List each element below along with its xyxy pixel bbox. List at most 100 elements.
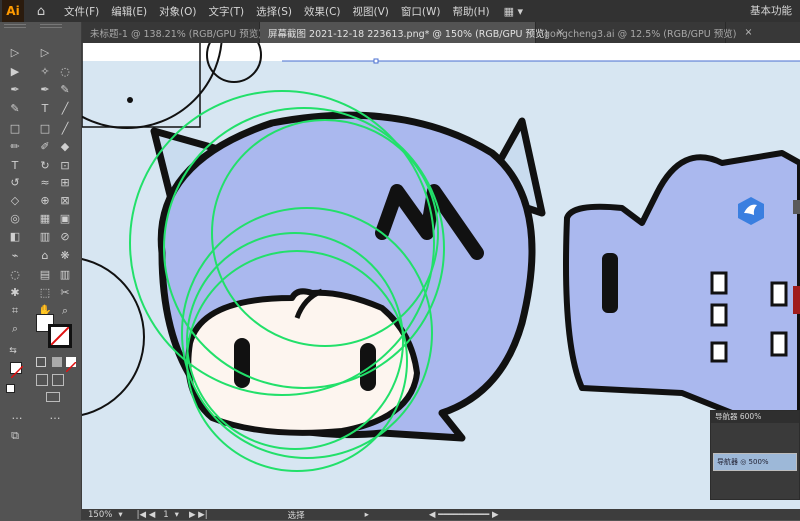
navigator-panel: 导航器 600% 导航器 ◎ 500% bbox=[710, 410, 800, 500]
zoom-icon[interactable]: ⌕ bbox=[6, 320, 24, 338]
color-mode-button[interactable] bbox=[36, 357, 46, 367]
none-mode-button[interactable] bbox=[65, 357, 77, 373]
menu-file[interactable]: 文件(F) bbox=[64, 4, 99, 19]
menu-select[interactable]: 选择(S) bbox=[256, 4, 292, 19]
free-transform-icon[interactable]: ⊞ bbox=[56, 174, 74, 192]
blend-tool-icon[interactable]: ◌ bbox=[6, 266, 24, 284]
status-bar: 150% ▾ |◀ ◀ 1 ▾ ▶ ▶| 选择 ▸ ◀ ━━━━━━━━━━ ▶ bbox=[82, 509, 800, 521]
tab-gongcheng3[interactable]: gongcheng3.ai @ 12.5% (RGB/GPU 预览) × bbox=[536, 22, 752, 43]
bar-chart-icon[interactable]: ▥ bbox=[56, 266, 74, 284]
lasso-icon[interactable]: ◌ bbox=[56, 63, 74, 81]
panel-grip[interactable] bbox=[40, 24, 62, 28]
crop-icon[interactable]: ⌗ bbox=[6, 302, 24, 320]
pen-tool-icon[interactable]: ✒ bbox=[6, 81, 24, 99]
artboard-number[interactable]: 1 bbox=[163, 510, 168, 520]
menu-view[interactable]: 视图(V) bbox=[353, 4, 389, 19]
panel-icon[interactable]: ⧉ bbox=[6, 427, 24, 445]
curvature-icon[interactable]: ✎ bbox=[56, 81, 74, 99]
menu-object[interactable]: 对象(O) bbox=[159, 4, 196, 19]
fill-square-icon[interactable]: ◧ bbox=[6, 228, 24, 246]
shape-builder-icon[interactable]: ⊕ bbox=[36, 192, 54, 210]
default-colors-icon[interactable] bbox=[6, 384, 15, 393]
zoom-dropdown-icon[interactable]: ▾ bbox=[118, 510, 122, 520]
artboard-canvas[interactable] bbox=[82, 43, 800, 509]
status-menu-icon[interactable]: ▸ bbox=[365, 510, 369, 520]
eraser-icon[interactable]: ◆ bbox=[56, 138, 74, 156]
mesh-icon[interactable]: ▣ bbox=[56, 210, 74, 228]
zoom-tool-icon[interactable]: ⌕ bbox=[56, 302, 74, 320]
no-fill-icon bbox=[51, 327, 69, 345]
shaper-icon[interactable]: ✐ bbox=[36, 138, 54, 156]
menu-edit[interactable]: 编辑(E) bbox=[111, 4, 147, 19]
gradient-icon[interactable]: ▥ bbox=[36, 228, 54, 246]
eyedropper-tool-icon[interactable]: ⌁ bbox=[6, 247, 24, 265]
plugin-bird-icon[interactable] bbox=[735, 195, 767, 227]
warp-icon[interactable]: ◎ bbox=[6, 210, 24, 228]
home-icon[interactable]: ⌂ bbox=[30, 4, 52, 19]
magic-wand-icon[interactable]: ✧ bbox=[36, 63, 54, 81]
blend-icon[interactable]: ⌂ bbox=[36, 247, 54, 265]
selection-tool-icon[interactable]: ▷ bbox=[6, 44, 24, 62]
scale-icon[interactable]: ⊡ bbox=[56, 157, 74, 175]
tab-untitled-1[interactable]: 未标题-1 @ 138.21% (RGB/GPU 预览) × bbox=[82, 22, 278, 43]
rect-icon[interactable]: □ bbox=[36, 120, 54, 138]
no-fill-icon bbox=[10, 365, 24, 379]
panel-grip[interactable] bbox=[4, 24, 26, 28]
rotate-tool-icon[interactable]: ↺ bbox=[6, 174, 24, 192]
screen-mode-icon[interactable] bbox=[46, 392, 60, 402]
live-paint-icon[interactable]: ⊠ bbox=[56, 192, 74, 210]
selection-handle bbox=[373, 58, 379, 64]
stroke-swatch[interactable] bbox=[48, 324, 72, 348]
menu-help[interactable]: 帮助(H) bbox=[453, 4, 490, 19]
workspace-switcher[interactable]: 基本功能 bbox=[750, 3, 792, 18]
cat-character bbox=[150, 111, 546, 442]
edit-toolbar-icon[interactable]: … bbox=[46, 407, 64, 425]
eyedropper-icon[interactable]: ⊘ bbox=[56, 228, 74, 246]
tab-label: gongcheng3.ai @ 12.5% (RGB/GPU 预览) bbox=[544, 28, 737, 40]
symbol-sprayer-icon[interactable]: ❋ bbox=[56, 247, 74, 265]
tools-panel: ▷ ▷ ▶ ✧ ◌ ✒ ✒ ✎ ✎ T ╱ □ □ ╱ ✏ ✐ ◆ T ↻ ⊡ … bbox=[0, 22, 82, 520]
menu-effect[interactable]: 效果(C) bbox=[304, 4, 341, 19]
navigator-thumbnail[interactable]: 导航器 ◎ 500% bbox=[713, 453, 797, 471]
width-icon[interactable]: ≈ bbox=[36, 174, 54, 192]
menu-window[interactable]: 窗口(W) bbox=[401, 4, 441, 19]
tab-label: 未标题-1 @ 138.21% (RGB/GPU 预览) bbox=[90, 28, 262, 40]
draw-behind-icon[interactable] bbox=[52, 374, 64, 386]
slice-icon[interactable]: ✂ bbox=[56, 284, 74, 302]
next-artboard-icon[interactable]: ▶ ▶| bbox=[189, 510, 208, 520]
line-tool-icon[interactable]: ╱ bbox=[56, 100, 74, 118]
edit-toolbar-icon[interactable]: … bbox=[8, 407, 26, 425]
brush-icon[interactable]: ✎ bbox=[6, 100, 24, 118]
horizontal-scrollbar[interactable]: ◀ ━━━━━━━━━━ ▶ bbox=[429, 510, 499, 520]
close-icon[interactable]: × bbox=[744, 27, 752, 38]
anchor-point bbox=[127, 97, 133, 103]
eraser-tool-icon[interactable]: ◇ bbox=[6, 192, 24, 210]
type-icon[interactable]: T bbox=[6, 157, 24, 175]
perspective-grid-icon[interactable]: ▦ bbox=[36, 210, 54, 228]
swap-icon[interactable]: ⇆ bbox=[4, 342, 22, 360]
type-tool-icon[interactable]: T bbox=[36, 100, 54, 118]
rectangle-tool-icon[interactable]: □ bbox=[6, 120, 24, 138]
right-panel-edge bbox=[793, 200, 800, 330]
direct-select-icon[interactable]: ▶ bbox=[6, 63, 24, 81]
artboard-icon[interactable]: ⬚ bbox=[36, 284, 54, 302]
symbol-icon[interactable]: ✱ bbox=[6, 284, 24, 302]
zoom-level[interactable]: 150% bbox=[88, 510, 112, 520]
menu-bar: Ai ⌂ 文件(F) 编辑(E) 对象(O) 文字(T) 选择(S) 效果(C)… bbox=[0, 0, 800, 22]
artboard-dropdown-icon[interactable]: ▾ bbox=[175, 510, 179, 520]
draw-mode-icon[interactable] bbox=[36, 374, 48, 386]
fill-swatch-small[interactable] bbox=[10, 362, 24, 379]
menu-type[interactable]: 文字(T) bbox=[209, 4, 245, 19]
gradient-mode-button[interactable] bbox=[52, 357, 62, 367]
tab-label: 屏幕截图 2021-12-18 223613.png* @ 150% (RGB/… bbox=[268, 28, 549, 40]
app-logo: Ai bbox=[2, 0, 24, 22]
direct-selection-tool-icon[interactable]: ▷ bbox=[36, 44, 54, 62]
workspace-layout-icon[interactable]: ▦ ▾ bbox=[504, 5, 523, 18]
column-graph-icon[interactable]: ▤ bbox=[36, 266, 54, 284]
prev-artboard-icon[interactable]: |◀ ◀ bbox=[137, 510, 156, 520]
paintbrush-icon[interactable]: ╱ bbox=[56, 120, 74, 138]
pen-icon[interactable]: ✒ bbox=[36, 81, 54, 99]
tab-screenshot[interactable]: 屏幕截图 2021-12-18 223613.png* @ 150% (RGB/… bbox=[260, 22, 564, 43]
rotate-icon[interactable]: ↻ bbox=[36, 157, 54, 175]
pencil-icon[interactable]: ✏ bbox=[6, 138, 24, 156]
